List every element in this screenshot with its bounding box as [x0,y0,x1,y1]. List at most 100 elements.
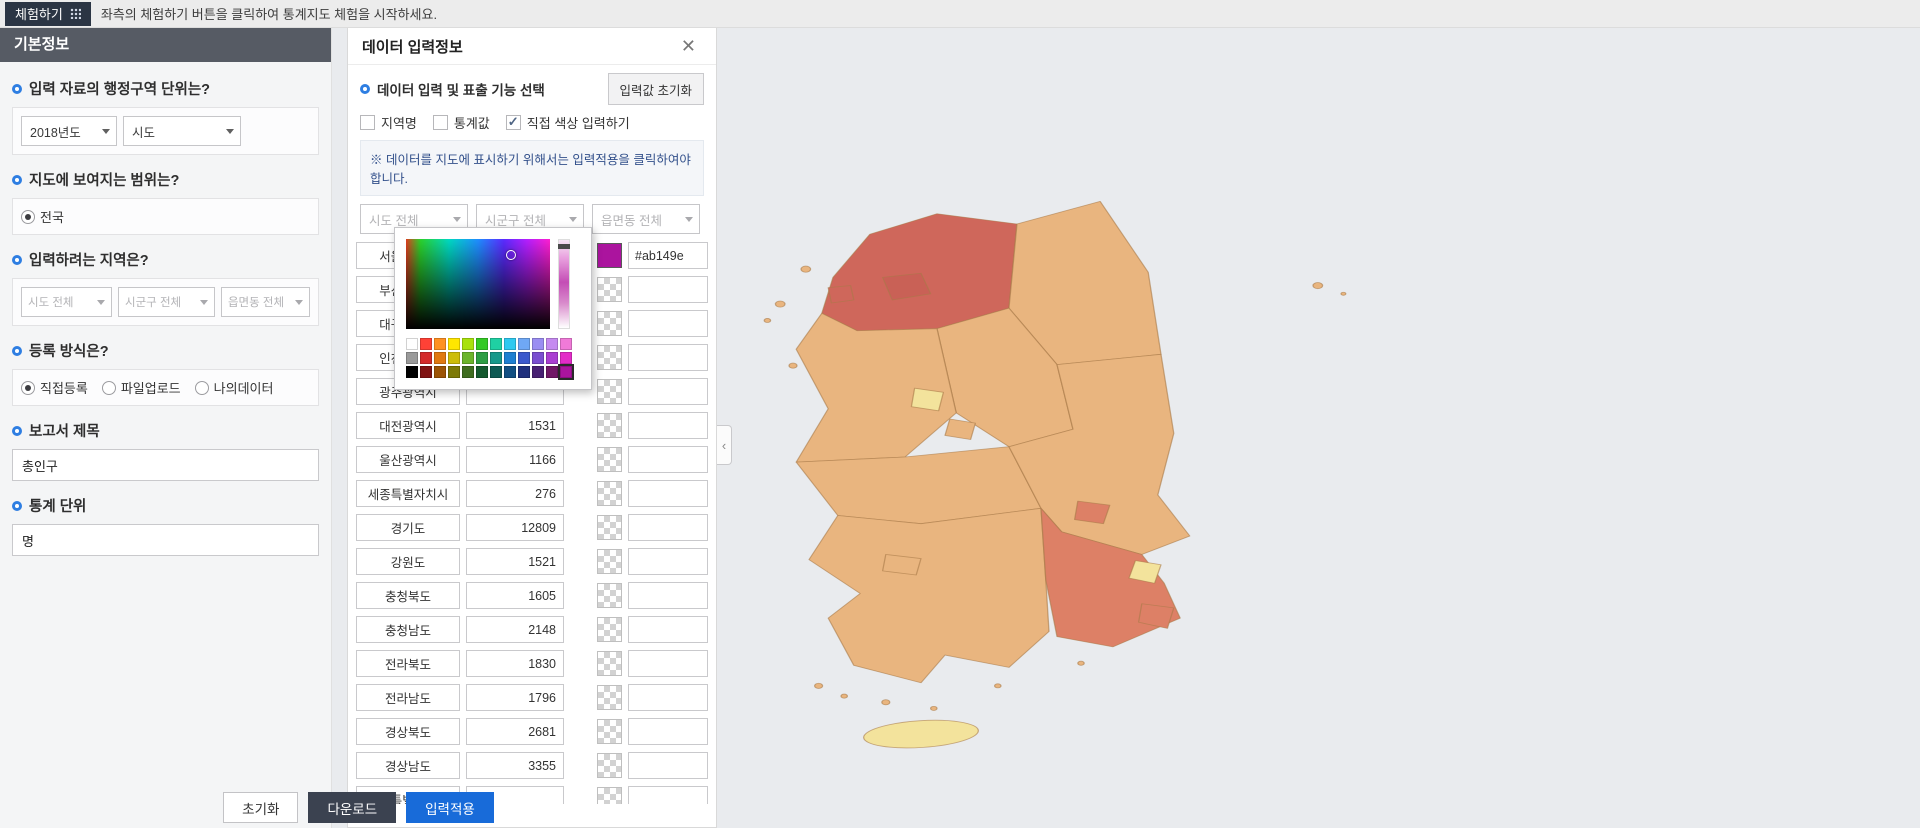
map-region-incheon[interactable] [827,285,855,304]
reset-button[interactable]: 초기화 [223,792,299,823]
region-value-input[interactable] [466,446,564,473]
palette-swatch[interactable] [546,338,558,350]
region-value-input[interactable] [466,548,564,575]
palette-swatch[interactable] [504,352,516,364]
region-name-input[interactable] [356,446,460,473]
region-name-input[interactable] [356,582,460,609]
color-swatch[interactable] [597,481,622,506]
color-swatch[interactable] [597,685,622,710]
palette-swatch[interactable] [558,364,574,380]
experience-button[interactable]: 체험하기 [5,1,91,26]
palette-swatch[interactable] [504,366,516,378]
color-hex-input[interactable] [628,344,708,371]
palette-swatch[interactable] [490,352,502,364]
region-name-input[interactable] [356,548,460,575]
color-swatch[interactable] [597,277,622,302]
map-region-gyeonggi[interactable] [821,213,1018,332]
palette-swatch[interactable] [504,338,516,350]
map-region-jeju[interactable] [862,717,981,751]
color-swatch[interactable] [597,549,622,574]
color-hex-input[interactable] [628,242,708,269]
region-name-input[interactable] [356,752,460,779]
region-name-input[interactable] [356,514,460,541]
saturation-value-area[interactable] [406,239,550,329]
color-swatch[interactable] [597,345,622,370]
admin-level-select[interactable]: 시도 [123,116,241,146]
palette-swatch[interactable] [420,352,432,364]
panel-dong-select[interactable]: 읍면동 전체 [592,204,700,234]
region-value-input[interactable] [466,752,564,779]
region-name-input[interactable] [356,616,460,643]
checkbox-stat-value[interactable]: 통계값 [432,113,490,132]
radio-nationwide[interactable] [21,209,35,224]
download-button[interactable]: 다운로드 [308,792,397,823]
color-swatch[interactable] [597,515,622,540]
palette-swatch[interactable] [462,338,474,350]
radio-mydata[interactable] [194,380,209,395]
year-select[interactable]: 2018년도 [21,116,117,146]
palette-swatch[interactable] [532,352,544,364]
color-hex-input[interactable] [628,752,708,779]
radio-direct[interactable] [21,380,35,395]
method-mydata-option[interactable]: 나의데이터 [194,378,273,397]
palette-swatch[interactable] [546,352,558,364]
report-title-input[interactable] [12,449,319,481]
hue-slider[interactable] [558,239,570,329]
palette-swatch[interactable] [448,352,460,364]
sido-select[interactable]: 시도 전체 [21,287,113,317]
palette-swatch[interactable] [490,338,502,350]
checkbox-direct-color-box[interactable] [505,114,521,130]
color-swatch[interactable] [597,379,622,404]
map-region-jeonnam[interactable] [808,507,1050,684]
color-hex-input[interactable] [628,514,708,541]
region-value-input[interactable] [466,582,564,609]
stat-unit-input[interactable] [12,524,319,556]
palette-swatch[interactable] [546,366,558,378]
extent-option-nationwide[interactable]: 전국 [21,207,64,226]
palette-swatch[interactable] [476,352,488,364]
palette-swatch[interactable] [476,338,488,350]
map-region-daejeon[interactable] [944,418,977,440]
region-value-input[interactable] [466,480,564,507]
palette-swatch[interactable] [476,366,488,378]
apply-button[interactable]: 입력적용 [406,792,494,823]
color-hex-input[interactable] [628,310,708,337]
region-value-input[interactable] [466,616,564,643]
color-swatch[interactable] [597,413,622,438]
color-hex-input[interactable] [628,718,708,745]
map-region-daegu[interactable] [1073,500,1111,525]
color-swatch[interactable] [597,753,622,778]
color-hex-input[interactable] [628,412,708,439]
palette-swatch[interactable] [560,338,572,350]
color-hex-input[interactable] [628,276,708,303]
color-swatch[interactable] [597,447,622,472]
palette-swatch[interactable] [490,366,502,378]
map-region-chungnam[interactable] [795,312,957,463]
palette-swatch[interactable] [518,366,530,378]
color-swatch[interactable] [597,311,622,336]
palette-swatch[interactable] [406,352,418,364]
region-value-input[interactable] [466,718,564,745]
color-hex-input[interactable] [628,684,708,711]
region-name-input[interactable] [356,650,460,677]
color-hex-input[interactable] [628,480,708,507]
color-hex-input[interactable] [628,582,708,609]
palette-swatch[interactable] [448,338,460,350]
sv-cursor[interactable] [506,250,517,261]
dong-select[interactable]: 읍면동 전체 [220,287,310,317]
color-hex-input[interactable] [628,548,708,575]
palette-swatch[interactable] [434,366,446,378]
palette-swatch[interactable] [462,366,474,378]
palette-swatch[interactable] [560,352,572,364]
region-value-input[interactable] [466,514,564,541]
checkbox-direct-color[interactable]: 직접 색상 입력하기 [505,113,630,132]
panel-collapse-handle[interactable]: ‹ [717,425,732,465]
color-hex-input[interactable] [628,446,708,473]
palette-swatch[interactable] [434,338,446,350]
method-direct-option[interactable]: 직접등록 [21,378,88,397]
region-value-input[interactable] [466,684,564,711]
palette-swatch[interactable] [448,366,460,378]
color-hex-input[interactable] [628,616,708,643]
palette-swatch[interactable] [406,338,418,350]
map-region-gwangju[interactable] [881,554,922,576]
